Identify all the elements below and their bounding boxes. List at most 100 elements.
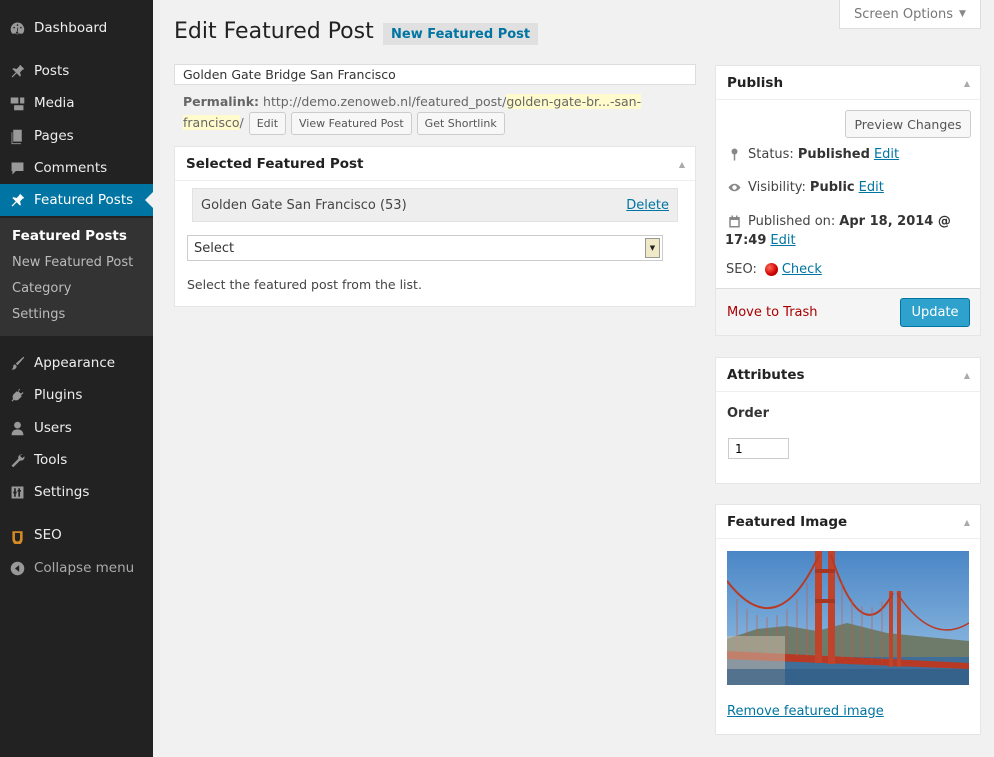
collapse-menu-button[interactable]: Collapse menu bbox=[0, 552, 153, 584]
sidebar-item-plugins[interactable]: Plugins bbox=[0, 379, 153, 411]
published-date: Apr 18, 2014 @ bbox=[839, 214, 951, 229]
permalink-slug-end[interactable]: francisco bbox=[183, 115, 240, 130]
attributes-box: Attributes ▲ Order bbox=[715, 357, 981, 484]
sliders-icon bbox=[0, 484, 34, 501]
sidebar-item-label: Tools bbox=[34, 452, 68, 468]
edit-permalink-button[interactable]: Edit bbox=[248, 112, 287, 135]
select-help-text: Select the featured post from the list. bbox=[187, 277, 422, 292]
delete-link[interactable]: Delete bbox=[626, 198, 669, 213]
edit-visibility-link[interactable]: Edit bbox=[859, 180, 884, 195]
postbox-header[interactable]: Publish ▲ bbox=[716, 66, 980, 100]
get-shortlink-button[interactable]: Get Shortlink bbox=[416, 112, 505, 135]
postbox-header[interactable]: Attributes ▲ bbox=[716, 358, 980, 392]
postbox-title: Selected Featured Post bbox=[186, 155, 364, 172]
sidebar-item-comments[interactable]: Comments bbox=[0, 152, 153, 184]
seo-row: SEO: Check bbox=[726, 262, 822, 277]
status-value: Published bbox=[797, 147, 870, 162]
postbox-title: Attributes bbox=[727, 366, 805, 383]
post-title-input[interactable] bbox=[174, 64, 696, 85]
user-icon bbox=[0, 420, 34, 437]
postbox-header[interactable]: Featured Image ▲ bbox=[716, 505, 980, 539]
featured-post-select[interactable]: Select ▼ bbox=[187, 235, 663, 261]
pin-icon bbox=[0, 192, 34, 209]
edit-date-link[interactable]: Edit bbox=[770, 231, 795, 250]
sidebar-item-dashboard[interactable]: Dashboard bbox=[0, 12, 153, 44]
order-input[interactable] bbox=[728, 438, 789, 459]
sidebar-item-label: Pages bbox=[34, 128, 74, 144]
permalink-trail: / bbox=[239, 115, 244, 130]
sidebar-item-seo[interactable]: SEO bbox=[0, 519, 153, 551]
seo-icon bbox=[0, 527, 34, 544]
dropdown-arrow-icon: ▼ bbox=[645, 238, 660, 258]
pages-icon bbox=[0, 128, 34, 145]
postbox-title: Featured Image bbox=[727, 513, 848, 530]
sidebar-item-label: Media bbox=[34, 95, 75, 111]
permalink-row: Permalink: http://demo.zenoweb.nl/featur… bbox=[183, 91, 653, 135]
sidebar-item-settings[interactable]: Settings bbox=[0, 476, 153, 508]
published-time: 17:49 bbox=[725, 233, 767, 248]
featured-image[interactable] bbox=[727, 551, 969, 685]
featured-image-box: Featured Image ▲ Remove featured image bbox=[715, 504, 981, 735]
view-post-button[interactable]: View Featured Post bbox=[291, 112, 412, 135]
sidebar-item-label: Users bbox=[34, 420, 72, 436]
remove-featured-image-link[interactable]: Remove featured image bbox=[727, 704, 884, 719]
postbox-title: Publish bbox=[727, 74, 784, 91]
pin-icon bbox=[0, 63, 34, 80]
sidebar-item-label: Featured Posts bbox=[34, 192, 134, 208]
sidebar-item-pages[interactable]: Pages bbox=[0, 120, 153, 152]
edit-status-link[interactable]: Edit bbox=[874, 147, 899, 162]
sidebar-item-label: Posts bbox=[34, 63, 70, 79]
sidebar-item-appearance[interactable]: Appearance bbox=[0, 347, 153, 379]
publish-box: Publish ▲ Preview Changes Status: Publis… bbox=[715, 65, 981, 336]
toggle-arrow-icon[interactable]: ▲ bbox=[964, 79, 970, 88]
sidebar-item-tools[interactable]: Tools bbox=[0, 444, 153, 476]
selected-post-name: Golden Gate San Francisco (53) bbox=[201, 197, 407, 213]
sidebar-item-posts[interactable]: Posts bbox=[0, 55, 153, 87]
toggle-arrow-icon[interactable]: ▲ bbox=[679, 160, 685, 169]
status-label: Status: bbox=[748, 147, 794, 162]
publish-actions: Move to Trash Update bbox=[716, 288, 980, 335]
screen-options-label: Screen Options bbox=[854, 6, 954, 22]
order-label: Order bbox=[727, 406, 769, 421]
sidebar-item-label: Appearance bbox=[34, 355, 116, 371]
permalink-base: http://demo.zenoweb.nl/featured_post/ bbox=[263, 94, 507, 109]
collapse-icon bbox=[0, 560, 34, 577]
sidebar-item-label: Settings bbox=[34, 484, 90, 500]
screen-options-button[interactable]: Screen Options ▼ bbox=[839, 0, 981, 29]
postbox-header[interactable]: Selected Featured Post ▲ bbox=[175, 147, 695, 181]
move-to-trash-link[interactable]: Move to Trash bbox=[727, 305, 818, 320]
submenu-settings[interactable]: Settings bbox=[12, 307, 65, 322]
permalink-slug[interactable]: golden-gate-br...-san- bbox=[506, 94, 642, 109]
page-title: Edit Featured Post bbox=[174, 19, 374, 44]
add-new-button[interactable]: New Featured Post bbox=[383, 23, 539, 45]
dashboard-icon bbox=[0, 20, 34, 37]
toggle-arrow-icon[interactable]: ▲ bbox=[964, 518, 970, 527]
wrench-icon bbox=[0, 452, 34, 469]
plugin-icon bbox=[0, 387, 34, 404]
selected-featured-post-box: Selected Featured Post ▲ Golden Gate San… bbox=[174, 146, 696, 307]
eye-icon bbox=[726, 180, 743, 195]
submenu-category[interactable]: Category bbox=[12, 281, 71, 296]
submenu-new-featured-post[interactable]: New Featured Post bbox=[12, 255, 133, 270]
sidebar-item-label: Dashboard bbox=[34, 20, 108, 36]
select-value: Select bbox=[194, 240, 235, 256]
sidebar-item-label: Collapse menu bbox=[34, 560, 135, 576]
calendar-icon bbox=[726, 214, 743, 229]
permalink-label: Permalink: bbox=[183, 94, 260, 109]
seo-check-link[interactable]: Check bbox=[782, 262, 822, 277]
toggle-arrow-icon[interactable]: ▲ bbox=[964, 371, 970, 380]
sidebar-item-media[interactable]: Media bbox=[0, 87, 153, 119]
submenu-featured-posts[interactable]: Featured Posts bbox=[12, 228, 127, 244]
sidebar-item-featured-posts[interactable]: Featured Posts bbox=[0, 184, 153, 216]
update-button[interactable]: Update bbox=[900, 298, 970, 327]
media-icon bbox=[0, 95, 34, 112]
status-row: Status: Published Edit bbox=[726, 147, 899, 162]
sidebar-item-label: SEO bbox=[34, 527, 62, 543]
visibility-value: Public bbox=[809, 180, 855, 195]
sidebar-item-label: Comments bbox=[34, 160, 108, 176]
sidebar-item-users[interactable]: Users bbox=[0, 412, 153, 444]
preview-changes-button[interactable]: Preview Changes bbox=[845, 110, 971, 138]
pin-icon bbox=[726, 147, 743, 162]
submenu: Featured Posts New Featured Post Categor… bbox=[0, 218, 153, 336]
comment-icon bbox=[0, 160, 34, 177]
